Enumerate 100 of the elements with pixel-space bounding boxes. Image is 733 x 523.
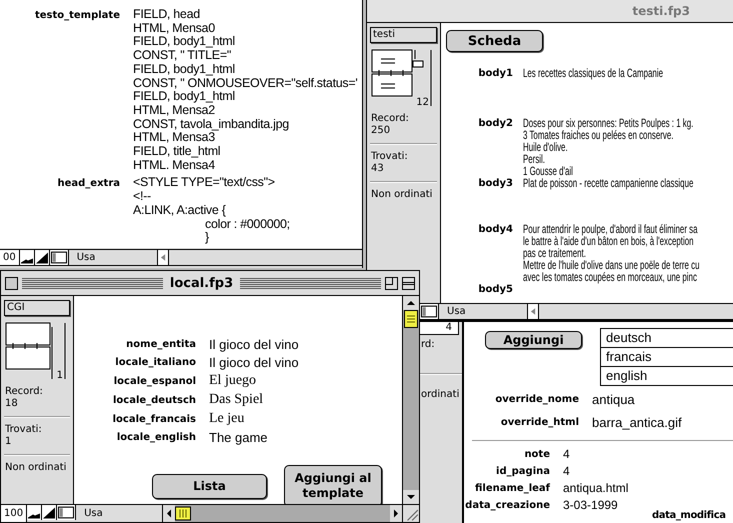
close-box[interactable] — [5, 276, 18, 290]
record-label: Record: — [371, 113, 410, 125]
field-value-line: HTML, Mensa3 — [133, 131, 215, 146]
field-value-line: CONST, tavola_imbandita.jpg — [133, 118, 290, 132]
layout-icon[interactable] — [419, 304, 439, 319]
field-value: The game — [209, 430, 269, 445]
zoom-level[interactable]: 00 — [0, 250, 20, 265]
scroll-left-icon[interactable] — [528, 304, 539, 319]
field-value-line: FIELD, title_html — [133, 145, 222, 159]
field-label: override_html — [500, 417, 579, 428]
field-value-line: 1 Gousse d'ail — [523, 165, 573, 177]
field-value: barra_antica.gif — [592, 415, 683, 430]
zoom-in-icon[interactable] — [34, 250, 50, 265]
field-label: nome_entita — [125, 339, 196, 350]
record-count: 250 — [371, 125, 392, 137]
field-value-line: Persil. — [523, 153, 545, 165]
field-label: data_creazione — [464, 500, 550, 510]
horizontal-scrollbar[interactable] — [163, 505, 403, 522]
field-value-line: CONST, " ONMOUSEOVER="self.status=' — [133, 76, 358, 90]
field-value: Il gioco del vino — [209, 355, 300, 370]
sort-status: Non ordinati — [371, 189, 434, 201]
scroll-left-icon[interactable] — [158, 250, 169, 265]
field-value-line: 3 Tomates fraiches ou pelées en conserve. — [523, 129, 674, 141]
field-label: note — [523, 448, 550, 460]
scroll-left-icon[interactable] — [163, 505, 176, 522]
field-label: head_extra — [56, 177, 120, 192]
field-value-line: avec les tomates coupées en morceaux, une pinc — [523, 271, 697, 283]
field-value-line: } — [204, 231, 210, 245]
field-value-line: Doses pour six personnes: Petits Poulpes : 1 kg. — [523, 117, 694, 129]
field-label: data_modifica — [652, 510, 726, 521]
page-number: 1 — [56, 370, 64, 381]
language-list[interactable]: deutsch francais english — [600, 328, 733, 386]
layout-dropdown[interactable]: CGI — [4, 300, 70, 316]
field-label: id_pagina — [495, 466, 550, 476]
field-value-line: Pour attendrir le poulpe, d'abord il faut éliminer sa — [523, 223, 698, 235]
field-value-line: le battre à l'aide d'un bâton en bois, à l'exception — [523, 235, 694, 247]
field-label: override_nome — [494, 394, 579, 405]
list-item[interactable]: english — [601, 367, 733, 385]
layout-dropdown[interactable]: testi — [370, 27, 437, 43]
add-button[interactable]: Aggiungi — [485, 331, 582, 349]
field-label: body2 — [477, 117, 513, 131]
field-value-line: HTML, Mensa0 — [133, 22, 216, 36]
field-value-line: <STYLE TYPE="text/css"> — [133, 176, 276, 190]
field-label: body1 — [477, 67, 513, 81]
field-value: antiqua — [592, 392, 636, 407]
field-value-line: Les recettes classiques de la Campanie — [523, 67, 663, 79]
record-label: rd: — [421, 339, 436, 351]
field-value-line: FIELD, body1_html — [133, 90, 236, 104]
field-value-line: A:LINK, A:active { — [133, 204, 227, 218]
sort-status: Non ordinati — [5, 462, 68, 474]
zoom-out-icon[interactable] — [27, 505, 42, 520]
field-value: 4 — [563, 447, 571, 461]
scroll-thumb[interactable] — [403, 310, 419, 328]
found-label: Trovati: — [5, 424, 43, 436]
field-label: body5 — [477, 283, 513, 297]
sort-status: ordinati — [421, 389, 460, 401]
form-button[interactable]: Scheda — [446, 30, 543, 52]
record-label: Record: — [5, 386, 44, 398]
field-value-line: HTML, Mensa2 — [133, 104, 215, 118]
field-label: locale_english — [116, 432, 196, 443]
field-value-line: Plat de poisson - recette campanienne classique — [523, 177, 694, 189]
field-value-line: HTML. Mensa4 — [133, 158, 216, 172]
field-value: 3-03-1999 — [563, 498, 619, 512]
zoom-in-icon[interactable] — [42, 505, 58, 520]
field-value: Le jeu — [209, 411, 246, 427]
found-count: 43 — [371, 163, 385, 175]
field-label: locale_italiano — [114, 357, 196, 368]
scroll-down-icon[interactable] — [403, 490, 419, 504]
list-item[interactable]: deutsch — [601, 329, 733, 348]
list-item[interactable]: francais — [601, 348, 733, 367]
field-label: testo_template — [34, 9, 120, 23]
field-value-line: <!-- — [133, 190, 152, 204]
window-title: testi.fp3 — [632, 4, 690, 18]
field-value-line: pas ce traitement. — [523, 247, 586, 259]
field-value: Il gioco del vino — [209, 337, 300, 352]
field-value-line: Huile d'olive. — [523, 141, 568, 153]
scroll-thumb[interactable] — [175, 505, 192, 522]
field-value-line: color : #000000; — [204, 218, 291, 232]
title-bar[interactable]: local.fp3 — [1, 271, 419, 296]
scroll-up-icon[interactable] — [403, 296, 419, 310]
list-button[interactable]: Lista — [152, 474, 267, 498]
zoom-level[interactable]: 100 — [1, 505, 28, 522]
zoom-box-icon[interactable] — [385, 276, 398, 290]
field-value-line: CONST, " TITLE=" — [133, 49, 232, 63]
field-value-line: FIELD, body1_html — [133, 35, 236, 50]
layout-icon[interactable] — [50, 250, 69, 265]
field-value: antiqua.html — [563, 481, 630, 495]
collapse-box-icon[interactable] — [402, 276, 415, 290]
layout-icon[interactable] — [57, 505, 76, 520]
field-value: 4 — [563, 464, 571, 478]
zoom-out-icon[interactable] — [20, 250, 35, 265]
window-title: local.fp3 — [168, 276, 234, 290]
scroll-right-icon[interactable] — [390, 505, 402, 522]
field-value-line: Mettre de l'huile d'olive dans une poële de terre cu — [523, 259, 700, 271]
vertical-scrollbar[interactable] — [402, 296, 419, 504]
field-value: Das Spiel — [209, 392, 264, 408]
add-template-button[interactable]: Aggiungi al template — [284, 465, 382, 504]
page-number: 12 — [415, 97, 430, 108]
record-count: 18 — [5, 398, 19, 410]
field-value: El juego — [209, 373, 258, 389]
